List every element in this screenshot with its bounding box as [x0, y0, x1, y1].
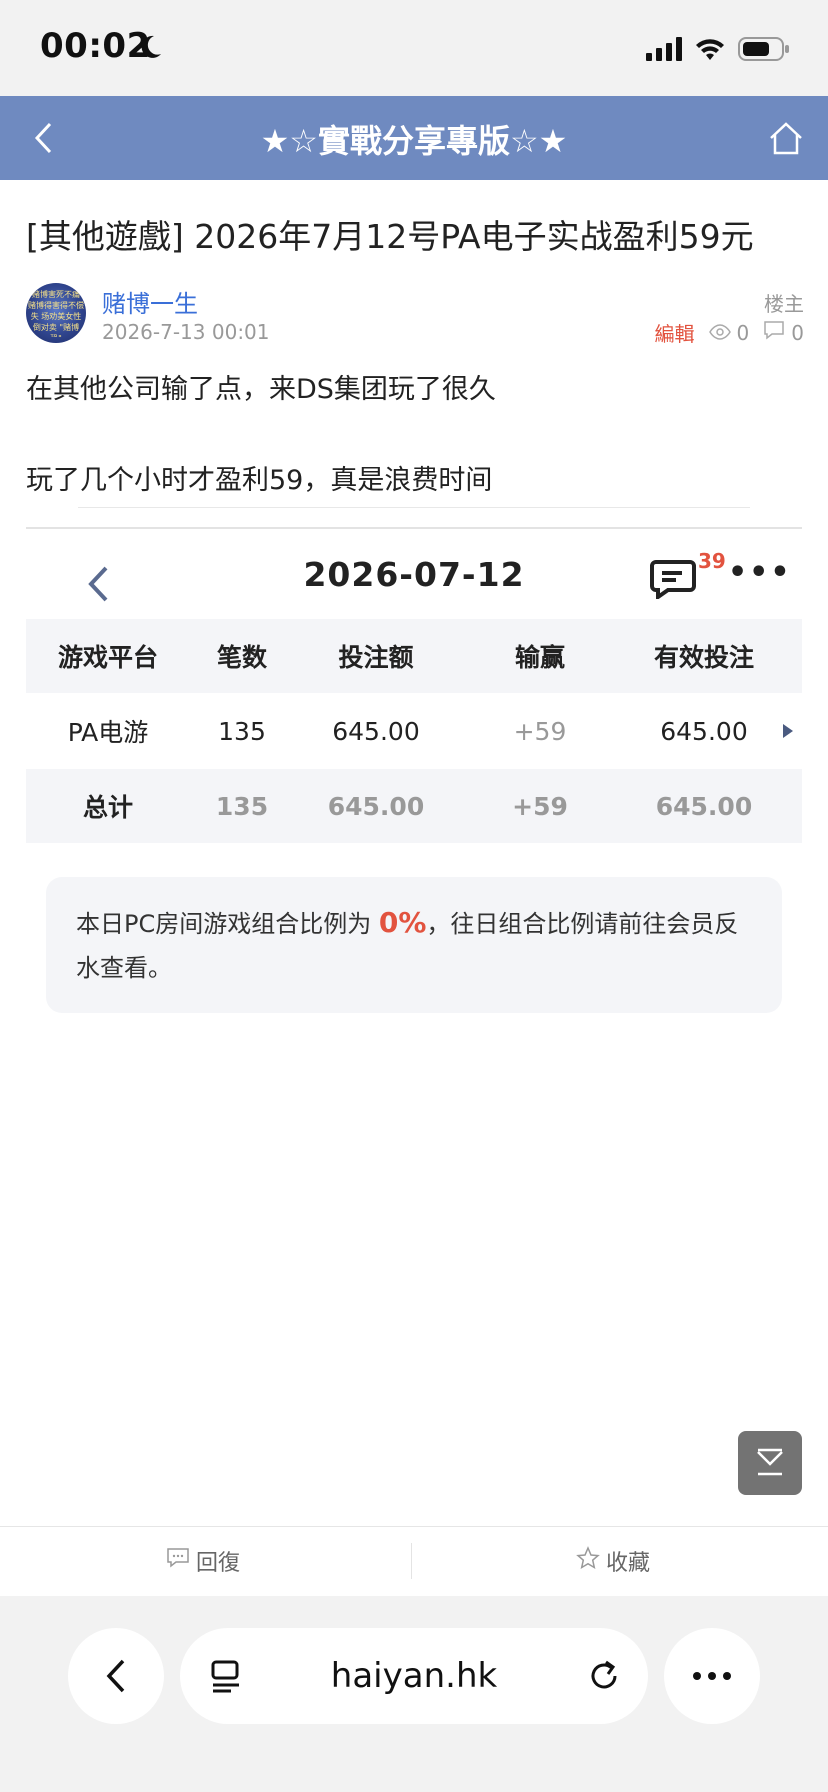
more-icon: ••• [728, 555, 792, 590]
notice-text-pre: 本日PC房间游戏组合比例为 [76, 910, 372, 938]
reply-button[interactable]: 回復 [166, 1545, 240, 1577]
battery-icon [738, 36, 790, 66]
divider [411, 1543, 412, 1579]
wifi-icon [694, 37, 726, 65]
reply-label: 回復 [196, 1551, 241, 1576]
table-cell: +59 [513, 716, 567, 746]
floor-label: 楼主 [764, 292, 804, 316]
header-cell: 有效投注 [653, 643, 754, 672]
edit-link[interactable]: 編輯 [655, 318, 695, 347]
post-action-bar: 回復 收藏 [0, 1526, 828, 1596]
post-body-line-1: 在其他公司输了点，来DS集团玩了很久 [26, 374, 496, 405]
comments-icon [763, 320, 785, 345]
favorite-button[interactable]: 收藏 [576, 1545, 650, 1577]
table-cell: 135 [218, 716, 266, 746]
favorite-label: 收藏 [606, 1551, 651, 1576]
signal-icon [646, 37, 682, 65]
table-cell: +59 [512, 791, 568, 821]
header-cell: 笔数 [216, 643, 267, 672]
header-cell: 输赢 [514, 643, 565, 672]
table-cell: 645.00 [660, 716, 748, 746]
chat-badge: 39 [698, 549, 726, 573]
table-total-row: 总计 135 645.00 +59 645.00 [26, 769, 802, 843]
moon-icon [137, 34, 163, 64]
table-cell: 总计 [82, 793, 133, 822]
table-cell: PA电游 [67, 718, 149, 747]
reload-icon[interactable] [588, 1656, 622, 1698]
post-title: [其他遊戲] 2026年7月12号PA电子实战盈利59元 [26, 217, 754, 256]
scroll-bottom-button[interactable] [738, 1431, 802, 1495]
table-cell: 135 [215, 791, 269, 821]
author-name[interactable]: 赌博一生 [102, 284, 198, 319]
header-cell: 游戏平台 [57, 643, 158, 672]
address-bar[interactable]: haiyan.hk [180, 1628, 648, 1724]
status-time: 00:02 [40, 26, 151, 66]
url-domain: haiyan.hk [330, 1656, 498, 1696]
post-body-line-2: 玩了几个小时才盈利59，真是浪费时间 [26, 465, 493, 496]
post-meta: 編輯 0 0 [655, 318, 804, 347]
attached-screenshot[interactable]: 2026-07-12 39 ••• 游戏平台 笔数 投注额 输赢 有效投注 PA… [26, 527, 802, 1527]
comment-icon [166, 1547, 190, 1575]
comments-count: 0 [791, 320, 804, 345]
views-icon [708, 321, 731, 345]
notice-box: 本日PC房间游戏组合比例为 0%，往日组合比例请前往会员反水查看。 [46, 877, 782, 1013]
star-icon [576, 1546, 600, 1576]
table-cell: 645.00 [332, 716, 420, 746]
stats-table: 游戏平台 笔数 投注额 输赢 有效投注 PA电游 135 645.00 +59 … [26, 619, 802, 843]
more-options-button[interactable] [664, 1628, 760, 1724]
views-count: 0 [736, 320, 750, 345]
table-cell: 645.00 [655, 791, 753, 821]
table-header: 游戏平台 笔数 投注额 输赢 有效投注 [26, 619, 802, 693]
table-cell: 645.00 [327, 791, 425, 821]
play-arrow-icon [782, 723, 794, 743]
header-cell: 投注额 [338, 643, 414, 672]
table-row: PA电游 135 645.00 +59 645.00 [26, 693, 802, 769]
divider [78, 507, 750, 508]
forum-title: ★☆實戰分享專版☆★ [260, 122, 568, 160]
avatar-text: 赌博害死不痛 赌博得害得不偿失 场劝美女性倒对卖 "赌博恐" [28, 290, 84, 337]
browser-toolbar: haiyan.hk [0, 1596, 828, 1792]
chat-icon [650, 559, 696, 603]
home-icon[interactable] [762, 114, 810, 162]
post-date: 2026-7-13 00:01 [102, 320, 270, 344]
avatar[interactable]: 赌博害死不痛 赌博得害得不偿失 场劝美女性倒对卖 "赌博恐" [26, 283, 86, 343]
status-icons [646, 36, 790, 66]
notice-percent: 0% [378, 906, 427, 939]
browser-back-button[interactable] [68, 1628, 164, 1724]
status-bar: 00:02 [0, 0, 828, 96]
forum-header: ★☆實戰分享專版☆★ [0, 96, 828, 180]
